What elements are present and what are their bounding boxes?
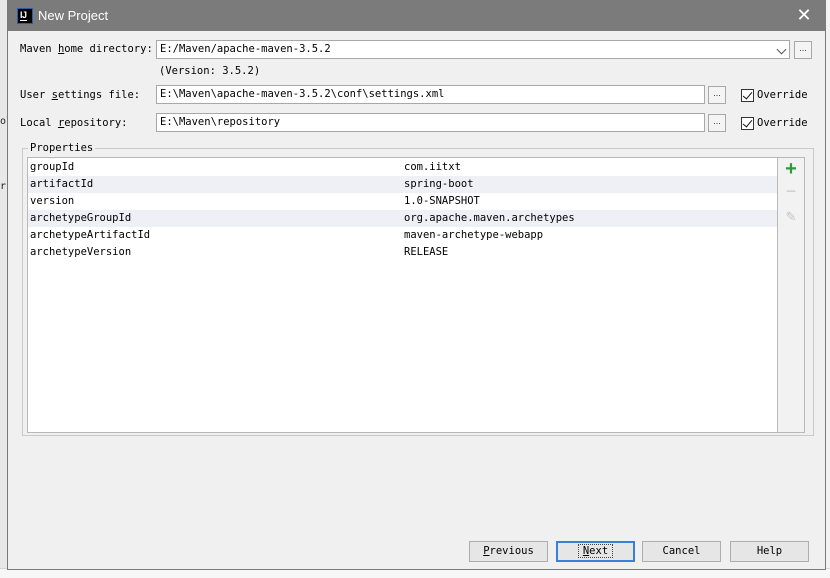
local-repository-label: Local repository:: [20, 117, 128, 129]
property-key: groupId: [30, 161, 75, 173]
property-value: spring-boot: [404, 178, 474, 190]
remove-icon[interactable]: −: [782, 182, 800, 202]
table-row[interactable]: version 1.0-SNAPSHOT: [28, 193, 777, 210]
close-icon[interactable]: ✕: [794, 5, 814, 25]
override-label: Override: [757, 89, 808, 101]
property-value: com.iitxt: [404, 161, 461, 173]
cancel-button[interactable]: Cancel: [642, 541, 721, 562]
local-repository-browse-button[interactable]: ...: [708, 114, 726, 132]
user-settings-browse-button[interactable]: ...: [708, 86, 726, 104]
table-row[interactable]: artifactId spring-boot: [28, 176, 777, 193]
previous-button[interactable]: Previous: [469, 541, 548, 562]
property-key: archetypeArtifactId: [30, 229, 151, 241]
maven-home-browse-button[interactable]: ...: [794, 41, 812, 59]
table-row[interactable]: archetypeGroupId org.apache.maven.archet…: [28, 210, 777, 227]
next-button[interactable]: Next: [556, 541, 635, 562]
checkbox-checked-icon[interactable]: [741, 89, 754, 102]
property-key: artifactId: [30, 178, 94, 190]
checkbox-checked-icon[interactable]: [741, 117, 754, 130]
properties-table[interactable]: groupId com.iitxt artifactId spring-boot…: [27, 157, 778, 433]
dialog-title: New Project: [38, 8, 109, 23]
property-value: org.apache.maven.archetypes: [404, 212, 575, 224]
user-settings-label: User settings file:: [20, 89, 141, 101]
maven-version-text: (Version: 3.5.2): [159, 65, 261, 77]
table-row[interactable]: groupId com.iitxt: [28, 159, 777, 176]
help-button[interactable]: Help: [730, 541, 809, 562]
maven-home-value: E:/Maven/apache-maven-3.5.2: [160, 43, 331, 55]
table-row[interactable]: archetypeArtifactId maven-archetype-weba…: [28, 227, 777, 244]
table-row[interactable]: archetypeVersion RELEASE: [28, 244, 777, 261]
user-settings-input[interactable]: E:\Maven\apache-maven-3.5.2\conf\setting…: [156, 85, 705, 104]
new-project-dialog: IJ New Project ✕ Maven home directory: E…: [7, 0, 826, 570]
property-value: maven-archetype-webapp: [404, 229, 544, 241]
chevron-down-icon[interactable]: [776, 44, 787, 55]
properties-toolbar: + − ✎: [778, 157, 805, 433]
property-value: 1.0-SNAPSHOT: [404, 195, 480, 207]
add-icon[interactable]: +: [782, 159, 800, 179]
maven-home-combobox[interactable]: E:/Maven/apache-maven-3.5.2: [156, 40, 790, 59]
properties-title: Properties: [28, 142, 96, 154]
edit-icon[interactable]: ✎: [782, 209, 800, 227]
property-key: archetypeVersion: [30, 246, 132, 258]
background-text-fragment: r: [0, 181, 7, 192]
local-repository-override-checkbox[interactable]: Override: [741, 116, 821, 132]
property-value: RELEASE: [404, 246, 449, 258]
override-label: Override: [757, 117, 808, 129]
intellij-icon: IJ: [17, 8, 33, 24]
property-key: archetypeGroupId: [30, 212, 132, 224]
maven-home-label: Maven home directory:: [20, 43, 153, 55]
user-settings-override-checkbox[interactable]: Override: [741, 88, 821, 104]
local-repository-input[interactable]: E:\Maven\repository: [156, 113, 705, 132]
property-key: version: [30, 195, 75, 207]
title-bar: IJ New Project ✕: [8, 1, 825, 31]
